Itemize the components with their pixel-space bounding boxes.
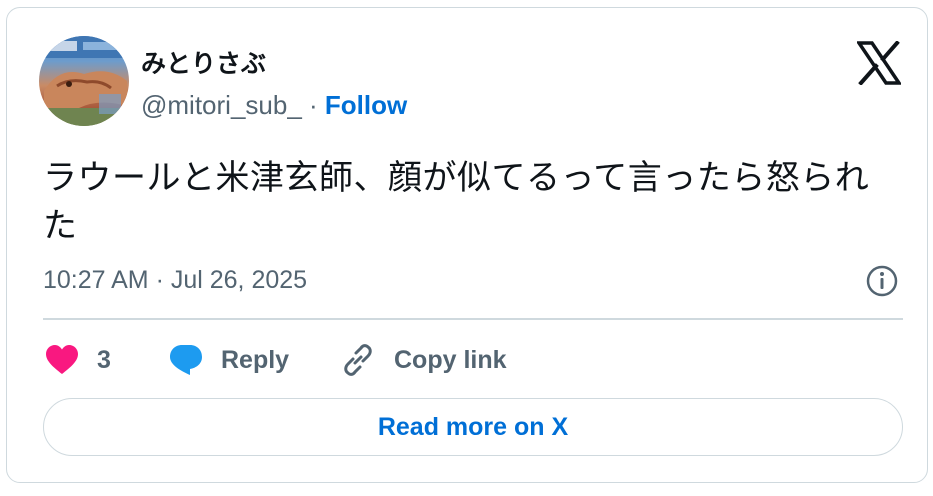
read-more-button[interactable]: Read more on X: [43, 398, 903, 456]
tweet-text: ラウールと米津玄師、顔が似てるって言ったら怒られた: [43, 158, 870, 246]
copy-link-label: Copy link: [394, 345, 507, 374]
follow-button[interactable]: Follow: [325, 90, 407, 120]
reply-bubble-icon: [170, 345, 202, 375]
avatar-image: [39, 36, 129, 126]
like-count: 3: [97, 345, 111, 374]
link-icon: [344, 344, 372, 376]
info-icon[interactable]: [865, 264, 899, 298]
divider: [43, 318, 903, 320]
x-logo-icon[interactable]: [857, 41, 901, 85]
author-avatar[interactable]: [39, 36, 129, 126]
copy-link-button[interactable]: Copy link: [340, 340, 507, 380]
separator-dot: ·: [301, 90, 325, 120]
heart-icon: [46, 345, 78, 374]
like-button[interactable]: 3: [45, 340, 111, 380]
tweet-timestamp[interactable]: 10:27 AM · Jul 26, 2025: [43, 266, 307, 295]
author-name[interactable]: みとりさぶ: [141, 44, 266, 80]
tweet-card: みとりさぶ @mitori_sub_ · Follow ラウールと米津玄師、顔が…: [6, 7, 928, 483]
reply-label: Reply: [221, 345, 290, 374]
reply-button[interactable]: Reply: [169, 340, 289, 380]
author-handle-row: @mitori_sub_ · Follow: [141, 90, 407, 121]
author-handle[interactable]: @mitori_sub_: [141, 90, 302, 120]
